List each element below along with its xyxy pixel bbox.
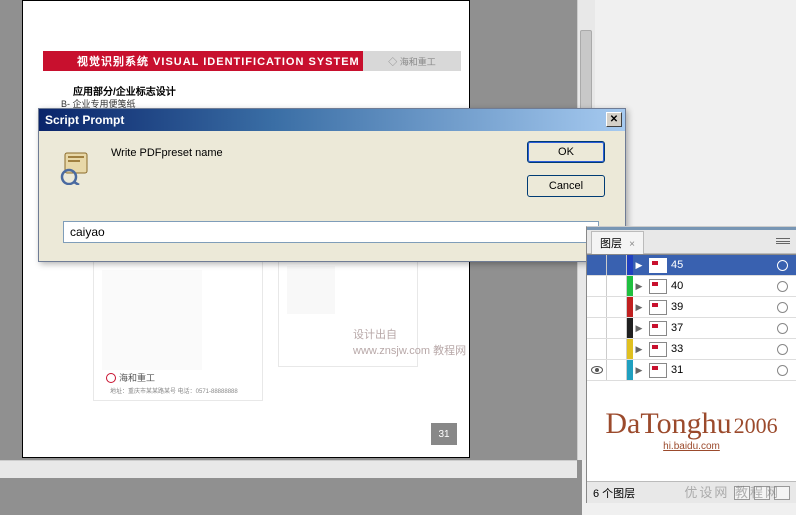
lock-toggle[interactable] (607, 318, 627, 338)
visibility-toggle[interactable] (587, 255, 607, 275)
bottom-watermark: 优设网 教程网 (684, 482, 780, 501)
signature-area: DaTonghu 2006 hi.baidu.com (587, 381, 796, 481)
visibility-toggle[interactable] (587, 318, 607, 338)
lock-toggle[interactable] (607, 360, 627, 380)
layer-count-text: 6 个图层 (593, 485, 635, 501)
dialog-title: Script Prompt (45, 113, 124, 127)
dialog-buttons: OK Cancel (527, 141, 605, 197)
layer-thumbnail (649, 258, 667, 273)
doc-subtitle-1: 应用部分/企业标志设计 (73, 83, 176, 98)
layer-thumbnail (649, 300, 667, 315)
close-button[interactable]: ✕ (606, 112, 622, 127)
preview-logo: 海和重工 (106, 371, 155, 384)
expand-icon[interactable]: ▶ (633, 302, 645, 313)
header-red-bar: 视觉识别系统 VISUAL IDENTIFICATION SYSTEM (43, 51, 363, 71)
preset-name-input[interactable] (63, 221, 599, 243)
tab-close-icon[interactable]: × (629, 239, 635, 250)
layers-tab[interactable]: 图层 × (591, 231, 644, 254)
layer-row[interactable]: ▶ 39 (587, 297, 796, 318)
target-icon[interactable] (777, 302, 788, 313)
script-prompt-dialog: Script Prompt ✕ Write PDFpreset name OK … (38, 108, 626, 262)
lock-toggle[interactable] (607, 297, 627, 317)
layer-list: ▶ 45 ▶ 40 ▶ 39 ▶ (587, 254, 796, 381)
stationery-preview-1: 海和重工 地址：重庆市某某路某号 电话：0571-88888888 (93, 261, 263, 401)
expand-icon[interactable]: ▶ (633, 323, 645, 334)
eye-icon (591, 366, 603, 374)
expand-icon[interactable]: ▶ (633, 365, 645, 376)
preview-address-text: 地址：重庆市某某路某号 电话：0571-88888888 (110, 386, 238, 395)
gear-icon (106, 373, 116, 383)
visibility-toggle[interactable] (587, 339, 607, 359)
expand-icon[interactable]: ▶ (633, 281, 645, 292)
signature-year: 2006 (734, 416, 778, 436)
horizontal-scrollbar[interactable] (0, 460, 577, 478)
preview-logo-text: 海和重工 (119, 371, 155, 384)
header-gray-bar: ◇ 海和重工 (363, 51, 461, 71)
tab-label: 图层 (600, 238, 622, 250)
panel-menu-button[interactable] (774, 234, 792, 248)
target-icon[interactable] (777, 344, 788, 355)
layer-row[interactable]: ▶ 33 (587, 339, 796, 360)
layer-name[interactable]: 39 (671, 301, 777, 313)
visibility-toggle[interactable] (587, 360, 607, 380)
page-number-badge: 31 (431, 423, 457, 445)
ok-button[interactable]: OK (527, 141, 605, 163)
signature-url: hi.baidu.com (663, 441, 720, 452)
visibility-toggle[interactable] (587, 276, 607, 296)
layer-row[interactable]: ▶ 45 (587, 255, 796, 276)
layer-thumbnail (649, 342, 667, 357)
target-icon[interactable] (777, 260, 788, 271)
layer-name[interactable]: 31 (671, 364, 777, 376)
layer-thumbnail (649, 321, 667, 336)
visibility-toggle[interactable] (587, 297, 607, 317)
layer-thumbnail (649, 363, 667, 378)
layers-panel: 图层 × ▶ 45 ▶ 40 ▶ 39 (586, 226, 796, 503)
layer-name[interactable]: 33 (671, 343, 777, 355)
layer-row[interactable]: ▶ 31 (587, 360, 796, 381)
lock-toggle[interactable] (607, 276, 627, 296)
layer-name[interactable]: 40 (671, 280, 777, 292)
script-icon (59, 149, 95, 185)
stationery-preview-2 (278, 257, 418, 367)
layer-row[interactable]: ▶ 37 (587, 318, 796, 339)
expand-icon[interactable]: ▶ (633, 260, 645, 271)
dialog-titlebar[interactable]: Script Prompt ✕ (39, 109, 625, 131)
lock-toggle[interactable] (607, 255, 627, 275)
layer-thumbnail (649, 279, 667, 294)
expand-icon[interactable]: ▶ (633, 344, 645, 355)
layer-name[interactable]: 45 (671, 259, 777, 271)
lock-toggle[interactable] (607, 339, 627, 359)
panel-tab-row: 图层 × (587, 230, 796, 254)
layer-row[interactable]: ▶ 40 (587, 276, 796, 297)
cancel-button[interactable]: Cancel (527, 175, 605, 197)
target-icon[interactable] (777, 281, 788, 292)
target-icon[interactable] (777, 323, 788, 334)
preview-corner (287, 266, 335, 314)
target-icon[interactable] (777, 365, 788, 376)
dialog-body: Write PDFpreset name OK Cancel (39, 131, 625, 261)
layer-name[interactable]: 37 (671, 322, 777, 334)
close-icon: ✕ (610, 114, 618, 125)
signature-text: DaTonghu (605, 410, 731, 437)
preview-blank-area (102, 270, 202, 370)
